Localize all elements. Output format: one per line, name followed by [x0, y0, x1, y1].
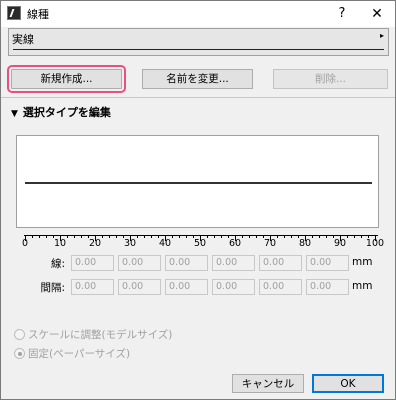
edit-section-title: 選択タイプを編集 [22, 106, 111, 119]
line-field-5[interactable]: 0.00 [259, 255, 302, 271]
line-type-selector[interactable]: 実線 ▸ [8, 28, 389, 56]
delete-button[interactable]: 削除... [273, 69, 388, 89]
scale-fixed-radio[interactable] [14, 348, 25, 359]
ruler-minor-tick [354, 235, 355, 238]
line-field-2[interactable]: 0.00 [118, 255, 161, 271]
gap-unit: mm [352, 280, 373, 292]
ruler-minor-tick [81, 235, 82, 238]
ruler-minor-tick [137, 235, 138, 238]
ruler-minor-tick [109, 235, 110, 238]
ruler-minor-tick [67, 235, 68, 238]
ruler-tick-label: 0 [21, 238, 29, 249]
ruler-minor-tick [242, 235, 243, 238]
ruler-tick-label: 100 [365, 238, 385, 249]
divider [1, 97, 395, 98]
ruler-minor-tick [256, 235, 257, 238]
ruler-minor-tick [312, 235, 313, 238]
line-type-sample [13, 49, 384, 50]
line-type-dialog: 線種 ? ✕ 実線 ▸ 新規作成... 名前を変更... 削除... ▼ 選択タイ… [0, 0, 396, 400]
line-type-name: 実線 [12, 33, 34, 46]
ruler-tick-label: 60 [228, 238, 242, 249]
gap-field-2[interactable]: 0.00 [118, 279, 161, 295]
ruler-tick-label: 30 [123, 238, 137, 249]
line-row-label: 線: [50, 258, 65, 270]
ruler-minor-tick [74, 235, 75, 238]
scale-model-radio[interactable] [14, 329, 25, 340]
gap-field-4[interactable]: 0.00 [212, 279, 255, 295]
ruler-minor-tick [291, 235, 292, 238]
ruler-baseline [24, 235, 378, 236]
ruler-minor-tick [249, 235, 250, 238]
ruler-minor-tick [172, 235, 173, 238]
scale-model-option[interactable]: スケールに調整(モデルサイズ) [14, 327, 172, 342]
scale-fixed-option[interactable]: 固定(ペーパーサイズ) [14, 346, 130, 361]
expand-arrow-icon[interactable]: ▸ [380, 31, 384, 40]
app-icon [7, 6, 21, 20]
ruler-minor-tick [284, 235, 285, 238]
line-field-4[interactable]: 0.00 [212, 255, 255, 271]
ruler-minor-tick [347, 235, 348, 238]
ruler-tick-label: 10 [53, 238, 67, 249]
new-button[interactable]: 新規作成... [7, 65, 126, 93]
gap-field-1[interactable]: 0.00 [71, 279, 114, 295]
ruler-minor-tick [186, 235, 187, 238]
ruler-tick-label: 20 [88, 238, 102, 249]
line-field-3[interactable]: 0.00 [165, 255, 208, 271]
ruler-minor-tick [39, 235, 40, 238]
ruler-minor-tick [319, 235, 320, 238]
title-bar: 線種 ? ✕ [1, 1, 395, 27]
cancel-button[interactable]: キャンセル [232, 374, 304, 393]
edit-section-header[interactable]: ▼ 選択タイプを編集 [11, 104, 111, 120]
ruler-tick-label: 40 [158, 238, 172, 249]
gap-field-6[interactable]: 0.00 [306, 279, 349, 295]
ruler-tick-label: 50 [193, 238, 207, 249]
ruler-minor-tick [151, 235, 152, 238]
ruler-minor-tick [277, 235, 278, 238]
collapse-arrow-icon[interactable]: ▼ [11, 109, 18, 119]
ruler-minor-tick [116, 235, 117, 238]
line-preview [16, 135, 379, 228]
ruler: 0 10 20 30 40 50 60 70 80 90 100 [21, 227, 384, 253]
line-field-1[interactable]: 0.00 [71, 255, 114, 271]
ruler-tick-label: 80 [298, 238, 312, 249]
help-button[interactable]: ? [331, 3, 353, 25]
dialog-title: 線種 [27, 8, 49, 21]
gap-field-5[interactable]: 0.00 [259, 279, 302, 295]
line-unit: mm [352, 256, 373, 268]
rename-button[interactable]: 名前を変更... [142, 69, 253, 89]
preview-line-sample [25, 182, 372, 184]
gap-row-label: 間隔: [40, 282, 65, 294]
ok-button[interactable]: OK [312, 374, 384, 393]
ruler-minor-tick [144, 235, 145, 238]
ruler-minor-tick [207, 235, 208, 238]
scale-model-label: スケールに調整(モデルサイズ) [28, 329, 173, 341]
ruler-minor-tick [326, 235, 327, 238]
line-field-6[interactable]: 0.00 [306, 255, 349, 271]
ruler-minor-tick [46, 235, 47, 238]
ruler-minor-tick [179, 235, 180, 238]
ruler-minor-tick [221, 235, 222, 238]
ruler-minor-tick [32, 235, 33, 238]
ruler-minor-tick [102, 235, 103, 238]
ruler-minor-tick [214, 235, 215, 238]
ruler-tick-label: 90 [333, 238, 347, 249]
close-button[interactable]: ✕ [365, 3, 389, 25]
ruler-tick-label: 70 [263, 238, 277, 249]
scale-fixed-label: 固定(ペーパーサイズ) [28, 348, 131, 360]
ruler-minor-tick [361, 235, 362, 238]
gap-field-3[interactable]: 0.00 [165, 279, 208, 295]
